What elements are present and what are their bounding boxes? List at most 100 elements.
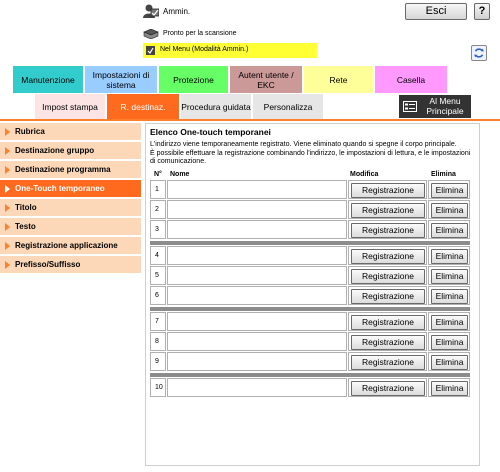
col-num-header: N° [154, 171, 162, 178]
delete-button[interactable]: Elimina [431, 289, 468, 304]
row-number-cell: 10 [150, 378, 166, 397]
page-description: L'indirizzo viene temporaneamente regist… [150, 141, 471, 165]
subtab-impost-stampa[interactable]: Impost stampa [35, 94, 105, 119]
arrow-right-icon [5, 147, 10, 155]
table-row: 4 Registrazione Elimina [150, 246, 470, 265]
subtab-procedura-guidata[interactable]: Procedura guidata [181, 94, 251, 119]
row-delete-cell: Elimina [428, 332, 470, 351]
register-button[interactable]: Registrazione [351, 223, 425, 238]
register-button[interactable]: Registrazione [351, 315, 425, 330]
sidebar-item-registrazione-applicazione[interactable]: Registrazione applicazione [0, 237, 141, 254]
row-delete-cell: Elimina [428, 378, 470, 397]
subtab-r-destinaz[interactable]: R. destinaz. [107, 94, 179, 119]
row-number-cell: 1 [150, 180, 166, 199]
row-edit-cell: Registrazione [348, 286, 427, 305]
tab-label: Manutenzione [21, 74, 75, 85]
delete-button[interactable]: Elimina [431, 381, 468, 396]
scanner-icon [143, 29, 159, 39]
sidebar-item-prefisso-suffisso[interactable]: Prefisso/Suffisso [0, 256, 141, 273]
refresh-icon[interactable] [471, 45, 487, 61]
register-button[interactable]: Registrazione [351, 249, 425, 264]
delete-button[interactable]: Elimina [431, 249, 468, 264]
row-edit-cell: Registrazione [348, 266, 427, 285]
delete-button[interactable]: Elimina [431, 315, 468, 330]
delete-button[interactable]: Elimina [431, 183, 468, 198]
row-number: 9 [155, 358, 159, 365]
table-row: 2 Registrazione Elimina [150, 200, 470, 219]
row-name-cell [167, 180, 347, 199]
row-number: 8 [155, 338, 159, 345]
arrow-right-icon [5, 242, 10, 250]
table-body: 1 Registrazione Elimina 2 Registrazione Elimi… [150, 180, 470, 398]
register-button[interactable]: Registrazione [351, 183, 425, 198]
arrow-right-icon [5, 204, 10, 212]
row-delete-cell: Elimina [428, 312, 470, 331]
sidebar-item-rubrica[interactable]: Rubrica [0, 123, 141, 140]
tab-protezione[interactable]: Protezione [159, 66, 228, 93]
row-number-cell: 2 [150, 200, 166, 219]
sidebar-item-destinazione-programma[interactable]: Destinazione programma [0, 161, 141, 178]
sidebar-item-one-touch-temporaneo[interactable]: One-Touch temporaneo [0, 180, 141, 197]
subtab-personalizza[interactable]: Personalizza [253, 94, 323, 119]
row-delete-cell: Elimina [428, 220, 470, 239]
row-name-cell [167, 312, 347, 331]
register-button[interactable]: Registrazione [351, 381, 425, 396]
row-number-cell: 4 [150, 246, 166, 265]
admin-label: Ammin. [163, 7, 191, 16]
row-edit-cell: Registrazione [348, 352, 427, 371]
delete-button[interactable]: Elimina [431, 355, 468, 370]
row-edit-cell: Registrazione [348, 312, 427, 331]
row-name-cell [167, 352, 347, 371]
tab-label: Autent utente / EKC [238, 69, 294, 90]
table-row: 8 Registrazione Elimina [150, 332, 470, 351]
arrow-right-icon [5, 261, 10, 269]
admin-user-icon [143, 4, 159, 18]
register-button[interactable]: Registrazione [351, 289, 425, 304]
table-row: 7 Registrazione Elimina [150, 312, 470, 331]
row-name-cell [167, 332, 347, 351]
register-button[interactable]: Registrazione [351, 269, 425, 284]
delete-button[interactable]: Elimina [431, 223, 468, 238]
help-button[interactable]: ? [474, 3, 490, 20]
row-name-cell [167, 266, 347, 285]
table-row: 3 Registrazione Elimina [150, 220, 470, 239]
col-delete-header: Elimina [431, 171, 456, 178]
tab-rete[interactable]: Rete [304, 66, 373, 93]
tab-label: Protezione [173, 74, 214, 85]
delete-button[interactable]: Elimina [431, 335, 468, 350]
delete-button[interactable]: Elimina [431, 203, 468, 218]
row-delete-cell: Elimina [428, 286, 470, 305]
main-menu-label: Al Menu Principale [426, 96, 464, 116]
row-name-cell [167, 246, 347, 265]
register-button[interactable]: Registrazione [351, 355, 425, 370]
main-menu-button[interactable]: Al Menu Principale [399, 95, 471, 118]
row-edit-cell: Registrazione [348, 246, 427, 265]
row-delete-cell: Elimina [428, 266, 470, 285]
row-number-cell: 3 [150, 220, 166, 239]
menu-list-icon [403, 101, 417, 112]
register-button[interactable]: Registrazione [351, 335, 425, 350]
tab-label: Impostazioni di sistema [92, 69, 150, 90]
register-button[interactable]: Registrazione [351, 203, 425, 218]
tab-manutenzione[interactable]: Manutenzione [13, 66, 83, 93]
sidebar-item-testo[interactable]: Testo [0, 218, 141, 235]
row-delete-cell: Elimina [428, 352, 470, 371]
sidebar-item-destinazione-gruppo[interactable]: Destinazione gruppo [0, 142, 141, 159]
tab-casella[interactable]: Casella [375, 66, 447, 93]
group-separator [150, 307, 470, 311]
col-name-header: Nome [170, 171, 190, 178]
row-number-cell: 9 [150, 352, 166, 371]
delete-button[interactable]: Elimina [431, 269, 468, 284]
row-edit-cell: Registrazione [348, 200, 427, 219]
row-edit-cell: Registrazione [348, 378, 427, 397]
tab-impostazioni-sistema[interactable]: Impostazioni di sistema [85, 66, 157, 93]
row-delete-cell: Elimina [428, 246, 470, 265]
logout-button[interactable]: Esci [405, 3, 467, 20]
arrow-right-icon [5, 223, 10, 231]
tab-autent-utente[interactable]: Autent utente / EKC [230, 66, 302, 93]
arrow-right-icon [5, 185, 10, 193]
sidebar-item-titolo[interactable]: Titolo [0, 199, 141, 216]
row-number: 7 [155, 318, 159, 325]
row-number: 3 [155, 226, 159, 233]
row-name-cell [167, 200, 347, 219]
